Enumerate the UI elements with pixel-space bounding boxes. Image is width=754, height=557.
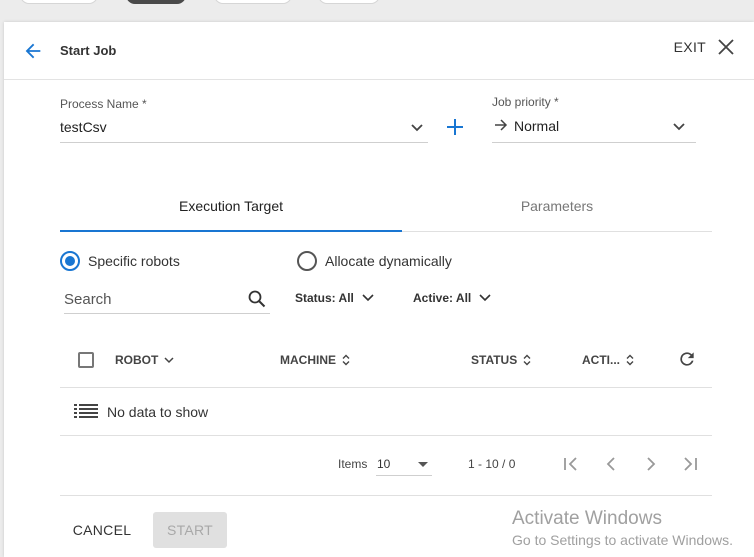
caret-down-icon	[418, 462, 428, 467]
column-status[interactable]: STATUS	[471, 353, 531, 367]
search-input[interactable]	[64, 286, 270, 314]
radio-label: Allocate dynamically	[325, 253, 452, 269]
radio-unselected-icon	[297, 251, 317, 271]
activate-windows-title: Activate Windows	[512, 508, 662, 529]
add-process-icon[interactable]	[446, 118, 464, 136]
pagination: Items 10 1 - 10 / 0	[60, 436, 712, 496]
column-label: ROBOT	[115, 353, 159, 367]
dialog-title: Start Job	[60, 43, 117, 58]
exit-button[interactable]: EXIT	[674, 39, 734, 55]
job-priority-label: Job priority *	[492, 95, 559, 109]
column-label: ACTI...	[582, 353, 620, 367]
sort-icon	[342, 354, 350, 366]
column-label: MACHINE	[280, 353, 336, 367]
page-range: 1 - 10 / 0	[468, 457, 516, 471]
items-label: Items	[338, 457, 368, 471]
radio-specific-robots[interactable]: Specific robots	[60, 251, 180, 271]
sort-icon	[626, 354, 634, 366]
page-size-value: 10	[377, 457, 391, 471]
select-all-checkbox[interactable]	[78, 352, 94, 368]
chevron-down-icon[interactable]	[410, 123, 424, 133]
background-tab	[20, 0, 98, 4]
column-active[interactable]: ACTI...	[582, 353, 634, 367]
active-filter-label: Active: All	[413, 291, 472, 305]
column-robot[interactable]: ROBOT	[115, 353, 174, 367]
active-filter[interactable]: Active: All	[413, 291, 491, 305]
target-tabs: Execution Target Parameters	[60, 190, 712, 232]
chevron-down-icon	[479, 294, 491, 302]
empty-table-row: No data to show	[60, 388, 712, 436]
chevron-down-icon	[362, 294, 374, 302]
job-priority-value: Normal	[514, 118, 560, 134]
start-job-dialog: Start Job EXIT Process Name * testCsv Jo…	[4, 22, 754, 557]
exit-label: EXIT	[673, 39, 706, 55]
process-name-value: testCsv	[60, 119, 107, 135]
previous-page-icon[interactable]	[600, 453, 622, 475]
arrow-right-icon	[495, 119, 508, 131]
first-page-icon[interactable]	[560, 453, 582, 475]
background-tab	[126, 0, 186, 4]
process-name-underline	[60, 142, 428, 143]
background-tab	[214, 0, 292, 4]
radio-allocate-dynamically[interactable]: Allocate dynamically	[297, 251, 452, 271]
activate-windows-subtitle: Go to Settings to activate Windows.	[512, 532, 733, 548]
sort-icon	[523, 354, 531, 366]
background-tab	[318, 0, 380, 4]
start-button[interactable]: START	[153, 512, 227, 548]
next-page-icon[interactable]	[640, 453, 662, 475]
dialog-header: Start Job EXIT	[4, 22, 754, 80]
close-icon	[718, 39, 734, 55]
status-filter[interactable]: Status: All	[295, 291, 374, 305]
chevron-down-icon[interactable]	[672, 122, 686, 132]
process-name-label: Process Name *	[60, 97, 147, 111]
radio-selected-icon	[60, 251, 80, 271]
empty-state-text: No data to show	[107, 404, 209, 420]
robots-table-header: ROBOT MACHINE STATUS ACTI...	[60, 340, 712, 388]
refresh-icon[interactable]	[677, 349, 697, 369]
status-filter-label: Status: All	[295, 291, 354, 305]
column-machine[interactable]: MACHINE	[280, 353, 350, 367]
last-page-icon[interactable]	[679, 453, 701, 475]
column-label: STATUS	[471, 353, 518, 367]
list-icon	[74, 404, 98, 418]
radio-label: Specific robots	[88, 253, 180, 269]
back-arrow-icon[interactable]	[22, 40, 44, 62]
chevron-down-icon	[164, 356, 174, 363]
job-priority-underline	[492, 142, 696, 143]
tab-execution-target[interactable]: Execution Target	[60, 190, 402, 232]
cancel-button[interactable]: CANCEL	[66, 512, 138, 548]
page-size-select[interactable]: 10	[376, 452, 432, 476]
search-icon[interactable]	[248, 290, 266, 308]
tab-parameters[interactable]: Parameters	[402, 190, 712, 232]
